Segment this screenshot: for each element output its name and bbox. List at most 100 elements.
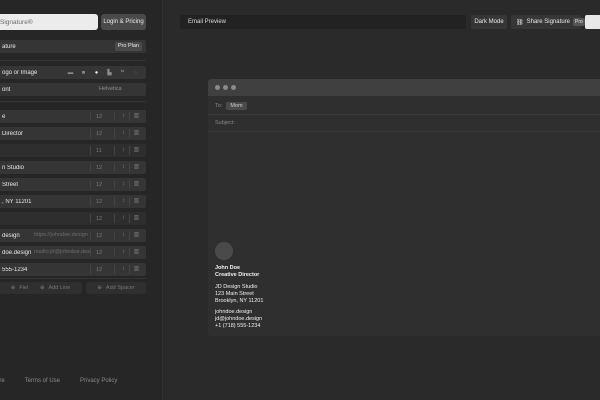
- field-separator: [90, 214, 91, 223]
- logo-shape-options: ▬ ■ ● ▙ ⌗ ◌: [66, 68, 140, 77]
- field-separator: [90, 112, 91, 121]
- drag-handle-icon[interactable]: ↕: [120, 266, 127, 273]
- share-signature-button[interactable]: ⛓ Share Signature Pro: [511, 15, 585, 29]
- delete-icon[interactable]: ▥: [133, 215, 140, 222]
- field-row[interactable]: n Studio 12 ↕ ▥: [0, 161, 146, 174]
- drag-handle-icon[interactable]: ↕: [120, 113, 127, 120]
- preview-title: Email Preview: [180, 15, 466, 29]
- drag-handle-icon[interactable]: ↕: [120, 164, 127, 171]
- field-row[interactable]: 12 ↕ ▥: [0, 212, 146, 225]
- field-separator: [129, 214, 130, 223]
- field-row[interactable]: doe.design mailto:jd@johndoe.desi 12 ↕ ▥: [0, 246, 146, 259]
- drag-handle-icon[interactable]: ↕: [120, 232, 127, 239]
- drag-handle-icon[interactable]: ↕: [120, 147, 127, 154]
- square-wide-icon[interactable]: ▬: [66, 68, 75, 77]
- field-separator: [129, 265, 130, 274]
- font-size-input[interactable]: 12: [96, 246, 116, 259]
- field-row[interactable]: Director 12 ↕ ▥: [0, 127, 146, 140]
- plus-icon: ⊕: [97, 285, 102, 291]
- square-icon[interactable]: ■: [79, 68, 88, 77]
- field-row[interactable]: e 12 ↕ ▥: [0, 110, 146, 123]
- drag-handle-icon[interactable]: ↕: [120, 130, 127, 137]
- crop-icon[interactable]: ⌗: [118, 68, 127, 77]
- field-separator: [129, 180, 130, 189]
- field-separator: [114, 231, 115, 240]
- font-row-label: ont: [2, 86, 11, 93]
- field-separator: [114, 248, 115, 257]
- field-row[interactable]: 11 ↕ ▥: [0, 144, 146, 157]
- delete-icon[interactable]: ▥: [133, 164, 140, 171]
- font-size-input[interactable]: 12: [96, 161, 116, 174]
- field-separator: [129, 231, 130, 240]
- field-row[interactable]: 555-1234 12 ↕ ▥: [0, 263, 146, 276]
- field-separator: [90, 129, 91, 138]
- font-size-input[interactable]: 12: [96, 195, 116, 208]
- field-separator: [114, 197, 115, 206]
- delete-icon[interactable]: ▥: [133, 130, 140, 137]
- field-separator: [90, 248, 91, 257]
- circle-icon[interactable]: ●: [92, 68, 101, 77]
- sig-company: JD Design Studio: [215, 284, 258, 290]
- sig-title: Creative Director: [215, 272, 260, 278]
- field-separator: [90, 180, 91, 189]
- privacy-link[interactable]: Privacy Policy: [80, 378, 117, 384]
- field-row[interactable]: , NY 11201 12 ↕ ▥: [0, 195, 146, 208]
- drag-handle-icon[interactable]: ↕: [120, 181, 127, 188]
- field-separator: [114, 112, 115, 121]
- field-separator: [129, 129, 130, 138]
- footer-link[interactable]: ure: [0, 378, 5, 384]
- align-icon[interactable]: ▙: [105, 68, 114, 77]
- delete-icon[interactable]: ▥: [133, 198, 140, 205]
- font-size-input[interactable]: 12: [96, 212, 116, 225]
- font-select[interactable]: Helvetica: [99, 86, 122, 92]
- delete-icon[interactable]: ▥: [133, 113, 140, 120]
- field-separator: [90, 265, 91, 274]
- drag-handle-icon[interactable]: ↕: [120, 198, 127, 205]
- delete-icon[interactable]: ▥: [133, 181, 140, 188]
- link-icon: ⛓: [516, 19, 524, 26]
- subject-field: Subject:: [208, 115, 600, 132]
- sig-email: jd@johndoe.design: [215, 316, 263, 322]
- login-pricing-button[interactable]: Login & Pricing: [101, 14, 146, 30]
- window-maximize-dot: [231, 85, 236, 90]
- plus-icon: ⊕: [39, 285, 45, 291]
- sig-website: johndoe.design: [215, 309, 253, 315]
- delete-icon[interactable]: ▥: [133, 249, 140, 256]
- field-separator: [129, 163, 130, 172]
- field-separator: [114, 163, 115, 172]
- delete-icon[interactable]: ▥: [133, 266, 140, 273]
- drag-handle-icon[interactable]: ↕: [120, 215, 127, 222]
- font-size-input[interactable]: 12: [96, 178, 116, 191]
- field-row[interactable]: design https://johndoe.design 12 ↕ ▥: [0, 229, 146, 242]
- terms-link[interactable]: Terms of Use: [25, 378, 60, 384]
- add-line-button[interactable]: ⊕ Add Line: [28, 282, 82, 294]
- signature-name-input[interactable]: [0, 14, 98, 30]
- field-separator: [129, 248, 130, 257]
- font-size-input[interactable]: 12: [96, 263, 116, 276]
- recipient-chip: Mom: [226, 102, 247, 110]
- delete-icon[interactable]: ▥: [133, 232, 140, 239]
- field-link-input[interactable]: mailto:jd@johndoe.desi: [34, 249, 91, 255]
- font-size-input[interactable]: 12: [96, 127, 116, 140]
- sig-phone: +1 (718) 555-1234: [215, 323, 261, 329]
- delete-icon[interactable]: ▥: [133, 147, 140, 154]
- add-spacer-button[interactable]: ⊕ Add Spacer: [86, 282, 146, 294]
- hide-icon[interactable]: ◌: [131, 68, 140, 77]
- dark-mode-button[interactable]: Dark Mode: [471, 15, 507, 29]
- field-separator: [90, 163, 91, 172]
- field-row[interactable]: Street 12 ↕ ▥: [0, 178, 146, 191]
- copy-button[interactable]: [585, 15, 600, 29]
- font-size-input[interactable]: 12: [96, 229, 116, 242]
- font-row[interactable]: ont Helvetica: [0, 83, 146, 96]
- sig-street: 123 Main Street: [215, 291, 254, 297]
- drag-handle-icon[interactable]: ↕: [120, 249, 127, 256]
- field-link-input[interactable]: https://johndoe.design: [34, 232, 88, 238]
- font-size-input[interactable]: 11: [96, 144, 116, 157]
- field-separator: [114, 180, 115, 189]
- signature-plan-row[interactable]: ature Pro Plan: [0, 40, 146, 53]
- divider: [0, 101, 146, 102]
- logo-image-row[interactable]: ogo or Image ▬ ■ ● ▙ ⌗ ◌: [0, 66, 146, 79]
- email-preview-window: To: Mom Subject: John Doe Creative Direc…: [208, 79, 600, 336]
- font-size-input[interactable]: 12: [96, 110, 116, 123]
- field-separator: [129, 112, 130, 121]
